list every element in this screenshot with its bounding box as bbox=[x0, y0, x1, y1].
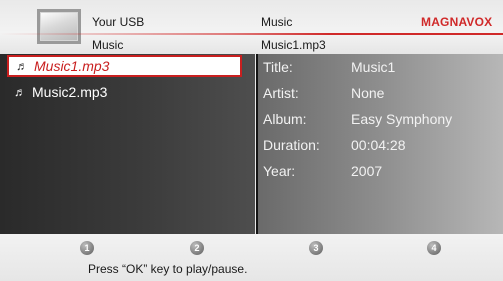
detail-key: Artist: bbox=[263, 85, 299, 101]
color-button-1[interactable]: 1 bbox=[80, 241, 94, 255]
current-file: Music1.mp3 bbox=[261, 38, 326, 52]
color-button-3[interactable]: 3 bbox=[309, 241, 323, 255]
detail-value: None bbox=[351, 85, 385, 101]
detail-row-year: Year: 2007 bbox=[258, 163, 503, 183]
music-note-icon: ♬ bbox=[14, 85, 26, 99]
detail-row-duration: Duration: 00:04:28 bbox=[258, 137, 503, 157]
help-text: Press “OK” key to play/pause. bbox=[88, 262, 248, 276]
detail-key: Year: bbox=[263, 163, 296, 179]
current-folder: Music bbox=[92, 38, 124, 52]
footer-bar: 1 2 3 4 Press “OK” key to play/pause. bbox=[0, 234, 503, 281]
detail-row-title: Title: Music1 bbox=[258, 59, 503, 79]
list-item-label: Music1.mp3 bbox=[34, 58, 110, 74]
list-item-label: Music2.mp3 bbox=[32, 84, 108, 100]
detail-row-artist: Artist: None bbox=[258, 85, 503, 105]
details-panel: Title: Music1 Artist: None Album: Easy S… bbox=[258, 54, 503, 234]
detail-value: 2007 bbox=[351, 163, 383, 179]
color-button-2[interactable]: 2 bbox=[190, 241, 204, 255]
detail-key: Album: bbox=[263, 111, 307, 127]
detail-key: Title: bbox=[263, 59, 293, 75]
source-label: Your USB bbox=[92, 15, 145, 29]
detail-value: Music1 bbox=[351, 59, 396, 75]
header-bar: Your USB Music MAGNAVOX Music Music1.mp3 bbox=[0, 0, 503, 54]
detail-key: Duration: bbox=[263, 137, 320, 153]
detail-value: Easy Symphony bbox=[351, 111, 453, 127]
list-item[interactable]: ♬ Music1.mp3 bbox=[7, 55, 242, 77]
music-note-icon: ♬ bbox=[16, 59, 28, 73]
list-item[interactable]: ♬ Music2.mp3 bbox=[14, 81, 256, 103]
color-button-4[interactable]: 4 bbox=[427, 241, 441, 255]
detail-value: 00:04:28 bbox=[351, 137, 406, 153]
header-divider bbox=[0, 33, 503, 35]
usb-source-icon bbox=[37, 9, 81, 44]
media-browser-screen: Your USB Music MAGNAVOX Music Music1.mp3… bbox=[0, 0, 503, 281]
category-label: Music bbox=[261, 15, 293, 29]
file-list-panel[interactable]: ♬ Music1.mp3 ♬ Music2.mp3 bbox=[0, 54, 255, 234]
brand-logo: MAGNAVOX bbox=[421, 15, 493, 29]
detail-row-album: Album: Easy Symphony bbox=[258, 111, 503, 131]
